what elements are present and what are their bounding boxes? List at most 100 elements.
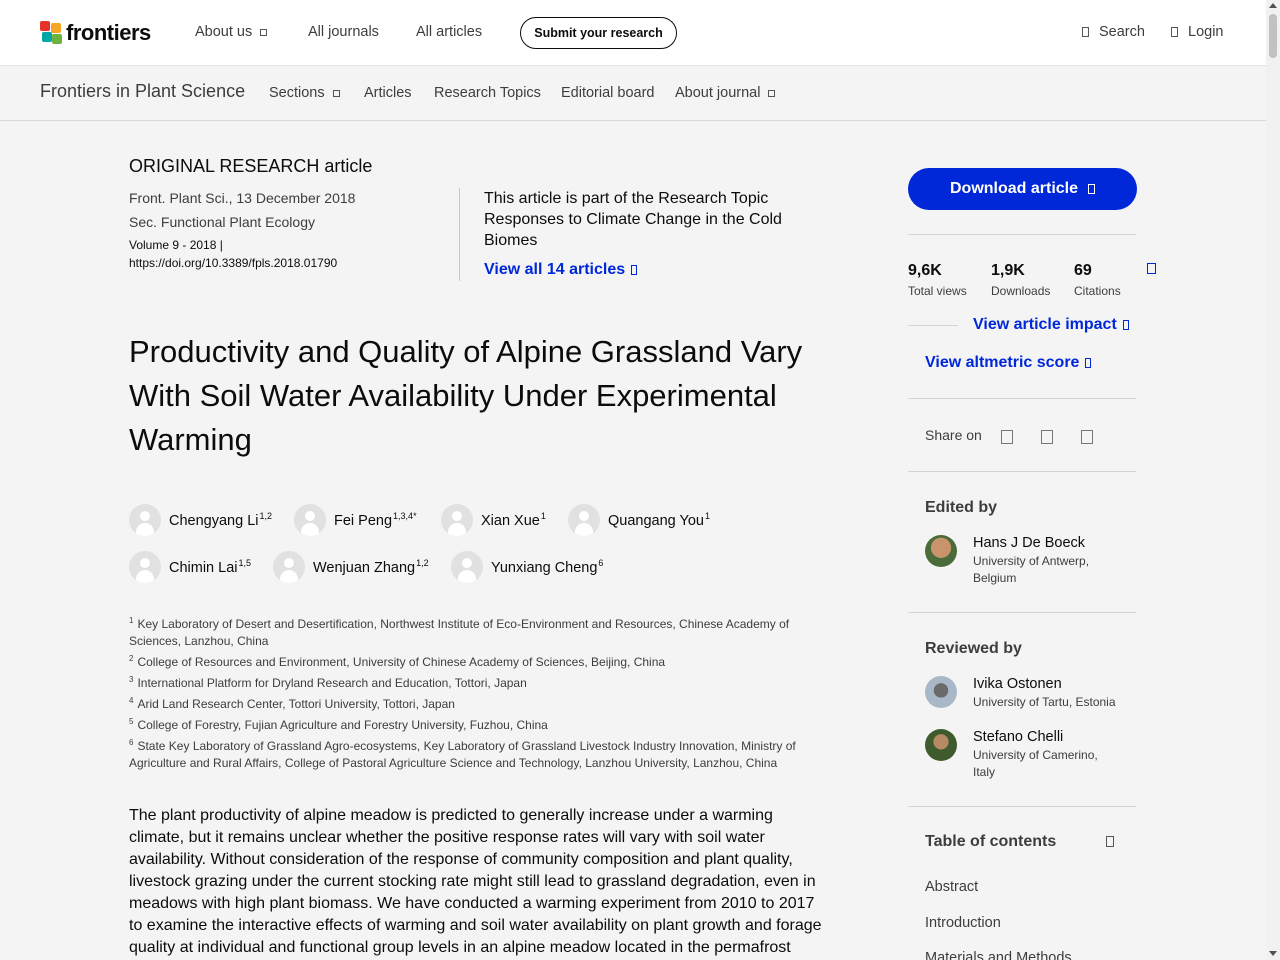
- stat-downloads: 1,9K Downloads: [991, 262, 1051, 298]
- affiliation-item: 4 Arid Land Research Center, Tottori Univ…: [129, 696, 455, 711]
- avatar-placeholder-icon: [451, 551, 483, 583]
- reviewer-name: Ivika Ostonen: [973, 676, 1062, 692]
- stat-total-views: 9,6K Total views: [908, 262, 967, 298]
- edited-by-heading: Edited by: [925, 499, 998, 516]
- avatar: [925, 535, 957, 567]
- login-label: Login: [1188, 24, 1224, 40]
- author-chip[interactable]: Yunxiang Cheng6: [451, 551, 603, 583]
- chevron-down-icon: [332, 89, 340, 97]
- view-altmetric-score-link[interactable]: View altmetric score: [925, 354, 1092, 372]
- sidebar-divider: [908, 612, 1136, 613]
- avatar-placeholder-icon: [273, 551, 305, 583]
- affiliation-item: 1 Key Laboratory of Desert and Desertific…: [129, 616, 790, 648]
- author-name: Chengyang Li1,2: [169, 511, 273, 529]
- top-navigation-bar: frontiers About us All journals All arti…: [0, 0, 1266, 66]
- journal-nav-about-journal[interactable]: About journal: [675, 85, 776, 101]
- avatar: [925, 729, 957, 761]
- editor-affiliation: University of Antwerp, Belgium: [973, 554, 1090, 585]
- info-icon[interactable]: [1147, 263, 1156, 274]
- search-icon: [1082, 27, 1089, 37]
- journal-navigation-bar: Frontiers in Plant Science Sections Arti…: [0, 66, 1266, 121]
- scroll-up-arrow-icon[interactable]: [1269, 3, 1277, 8]
- toc-toggle-icon[interactable]: [1106, 836, 1114, 847]
- editor-name: Hans J De Boeck: [973, 535, 1086, 551]
- scroll-down-arrow-icon[interactable]: [1269, 951, 1277, 956]
- journal-nav-research-topics[interactable]: Research Topics: [434, 85, 541, 101]
- toc-item-materials-methods[interactable]: Materials and Methods: [925, 950, 1072, 960]
- author-chip[interactable]: Xian Xue1: [441, 504, 546, 536]
- affiliation-item: 2 College of Resources and Environment, U…: [129, 654, 666, 669]
- author-name: Quangang You1: [608, 511, 710, 529]
- avatar-placeholder-icon: [129, 504, 161, 536]
- user-icon: [1171, 27, 1178, 37]
- affiliation-item: 6 State Key Laboratory of Grassland Agro-…: [129, 738, 796, 770]
- article-section[interactable]: Sec. Functional Plant Ecology: [129, 214, 315, 230]
- logo-text: frontiers: [66, 20, 151, 45]
- submit-research-button[interactable]: Submit your research: [520, 17, 677, 49]
- sidebar-divider: [908, 471, 1136, 472]
- table-of-contents-heading[interactable]: Table of contents: [925, 833, 1056, 851]
- affiliation-item: 3 International Platform for Dryland Rese…: [129, 675, 527, 690]
- journal-nav-editorial-board[interactable]: Editorial board: [561, 85, 655, 101]
- external-link-icon: [1085, 357, 1092, 368]
- author-chip[interactable]: Chimin Lai1,5: [129, 551, 251, 583]
- journal-nav-sections[interactable]: Sections: [269, 85, 340, 101]
- frontiers-logo[interactable]: frontiers: [40, 20, 151, 46]
- author-name: Chimin Lai1,5: [169, 558, 252, 576]
- search-button[interactable]: Search: [1082, 24, 1145, 40]
- login-button[interactable]: Login: [1171, 24, 1223, 40]
- reviewer-card[interactable]: Ivika Ostonen University of Tartu, Eston…: [925, 676, 1123, 711]
- author-name: Fei Peng1,3,4*: [334, 511, 417, 529]
- download-article-label: Download article: [949, 180, 1079, 197]
- author-chip[interactable]: Chengyang Li1,2: [129, 504, 272, 536]
- journal-name[interactable]: Frontiers in Plant Science: [40, 81, 245, 102]
- view-article-impact-link[interactable]: View article impact: [973, 316, 1129, 334]
- download-article-button[interactable]: Download article: [908, 168, 1137, 210]
- article-volume: Volume 9 - 2018 |: [129, 238, 223, 252]
- stat-citations: 69 Citations: [1074, 262, 1121, 298]
- download-icon: [1088, 184, 1096, 194]
- author-chip[interactable]: Quangang You1: [568, 504, 710, 536]
- affiliations-list: 1 Key Laboratory of Desert and Desertific…: [129, 612, 809, 772]
- journal-date: Front. Plant Sci., 13 December 2018: [129, 190, 356, 206]
- nav-about-us[interactable]: About us: [195, 24, 268, 40]
- author-chip[interactable]: Wenjuan Zhang1,2: [273, 551, 429, 583]
- sidebar-divider: [908, 398, 1136, 399]
- sidebar-divider: [908, 234, 1136, 235]
- author-name: Wenjuan Zhang1,2: [313, 558, 429, 576]
- scroll-thumb[interactable]: [1269, 14, 1277, 58]
- journal-nav-sections-label: Sections: [269, 85, 325, 101]
- research-topic-text[interactable]: This article is part of the Research Top…: [484, 188, 804, 251]
- facebook-icon[interactable]: [1081, 430, 1093, 444]
- arrow-right-icon: [1122, 319, 1129, 330]
- journal-nav-articles[interactable]: Articles: [364, 85, 412, 101]
- view-all-articles-link[interactable]: View all 14 articles: [484, 261, 638, 279]
- author-chip[interactable]: Fei Peng1,3,4*: [294, 504, 417, 536]
- editor-card[interactable]: Hans J De Boeck University of Antwerp, B…: [925, 535, 1123, 587]
- article-type-label: ORIGINAL RESEARCH article: [129, 156, 373, 176]
- avatar-placeholder-icon: [129, 551, 161, 583]
- reviewer-affiliation: University of Camerino, Italy: [973, 748, 1098, 779]
- topic-divider: [459, 188, 460, 281]
- toc-item-introduction[interactable]: Introduction: [925, 915, 1001, 931]
- frontiers-logo-icon: [40, 21, 62, 45]
- avatar-placeholder-icon: [441, 504, 473, 536]
- article-doi-link[interactable]: https://doi.org/10.3389/fpls.2018.01790: [129, 256, 337, 270]
- reviewer-card[interactable]: Stefano Chelli University of Camerino, I…: [925, 729, 1123, 781]
- nav-all-articles[interactable]: All articles: [416, 24, 482, 40]
- twitter-icon[interactable]: [1001, 430, 1013, 444]
- sidebar-divider: [908, 806, 1136, 807]
- search-label: Search: [1099, 24, 1145, 40]
- page-scrollbar[interactable]: [1266, 0, 1280, 960]
- author-name: Xian Xue1: [481, 511, 546, 529]
- nav-all-journals[interactable]: All journals: [308, 24, 379, 40]
- journal-nav-about-journal-label: About journal: [675, 85, 761, 101]
- reviewer-name: Stefano Chelli: [973, 729, 1064, 745]
- share-label: Share on: [925, 427, 982, 443]
- view-all-articles-label: View all 14 articles: [484, 261, 626, 278]
- linkedin-icon[interactable]: [1041, 430, 1053, 444]
- sidebar-divider: [908, 325, 958, 326]
- toc-item-abstract[interactable]: Abstract: [925, 879, 978, 895]
- chevron-down-icon: [260, 28, 268, 36]
- arrow-right-icon: [631, 264, 638, 275]
